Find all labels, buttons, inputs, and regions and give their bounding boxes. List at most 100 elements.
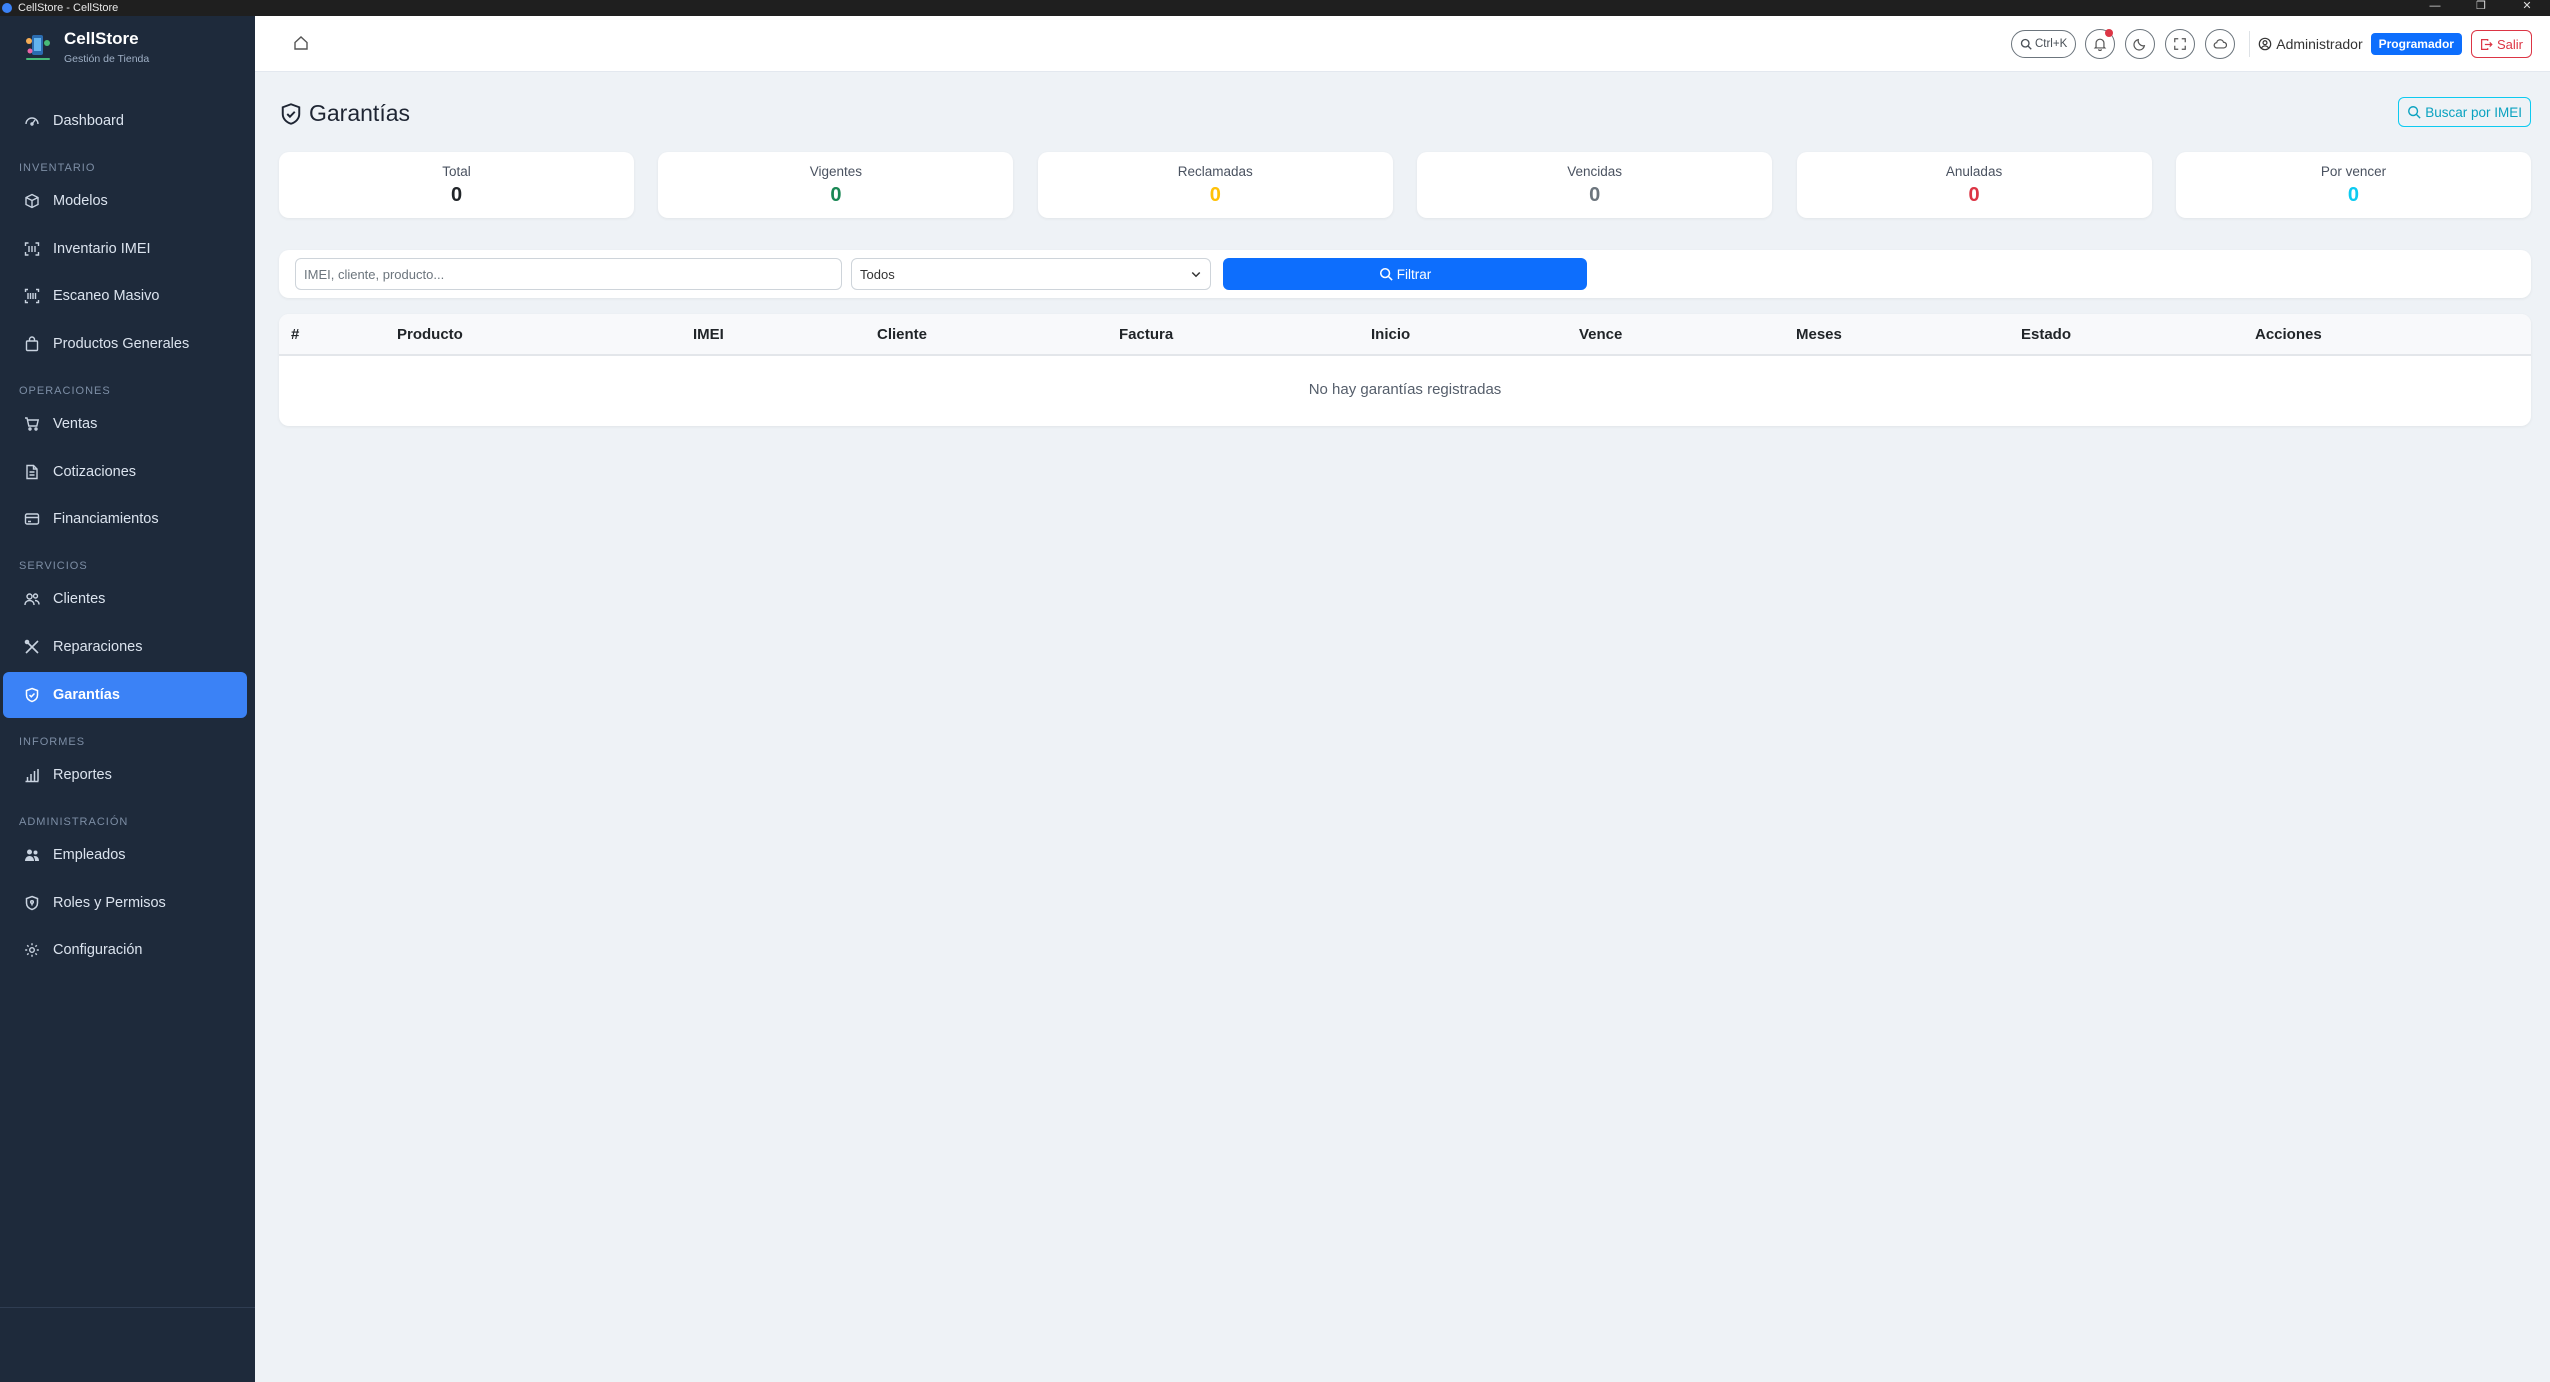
sidebar-item-inventario-imei[interactable]: Inventario IMEI bbox=[3, 226, 247, 272]
bag-icon bbox=[23, 335, 41, 353]
status-select-value: Todos bbox=[860, 266, 895, 282]
search-icon bbox=[2407, 105, 2421, 119]
filter-bar: Todos Filtrar bbox=[279, 250, 2531, 298]
theme-toggle-button[interactable] bbox=[2125, 29, 2156, 59]
sidebar-item-clientes[interactable]: Clientes bbox=[3, 576, 247, 622]
page-title: Garantías bbox=[279, 100, 410, 127]
col-header-vence[interactable]: Vence bbox=[1579, 326, 1622, 343]
sidebar-item-financiamientos[interactable]: Financiamientos bbox=[3, 496, 247, 542]
moon-icon bbox=[2133, 37, 2147, 51]
people-icon bbox=[23, 846, 41, 864]
stat-label: Vencidas bbox=[1567, 164, 1623, 179]
barcode-icon bbox=[23, 287, 41, 305]
scan-icon bbox=[23, 240, 41, 258]
sidebar-item-modelos[interactable]: Modelos bbox=[3, 178, 247, 224]
sidebar: CellStore Gestión de Tienda Dashboard IN… bbox=[0, 16, 255, 1382]
global-search-button[interactable]: Ctrl+K bbox=[2010, 30, 2077, 58]
sidebar-item-label: Roles y Permisos bbox=[53, 894, 166, 911]
col-header-factura[interactable]: Factura bbox=[1119, 326, 1173, 343]
stat-label: Por vencer bbox=[2320, 164, 2387, 179]
shield-check-icon bbox=[23, 686, 41, 704]
section-administracion: ADMINISTRACIÓN bbox=[19, 815, 129, 828]
stat-value: 0 bbox=[450, 184, 463, 206]
notifications-button[interactable] bbox=[2085, 29, 2116, 59]
sidebar-item-productos-generales[interactable]: Productos Generales bbox=[3, 321, 247, 367]
shield-lock-icon bbox=[23, 894, 41, 912]
sidebar-item-label: Clientes bbox=[53, 591, 106, 608]
credit-card-icon bbox=[23, 510, 41, 528]
box-icon bbox=[23, 192, 41, 210]
page-header: Garantías Buscar por IMEI bbox=[279, 72, 2531, 152]
stat-value: 0 bbox=[1589, 184, 1601, 206]
sidebar-item-escaneo-masivo[interactable]: Escaneo Masivo bbox=[3, 273, 247, 319]
window-controls: — ❐ ✕ bbox=[2412, 0, 2550, 16]
cloud-sync-button[interactable] bbox=[2205, 29, 2236, 59]
chevron-down-icon bbox=[1190, 268, 1202, 280]
col-header-producto[interactable]: Producto bbox=[397, 326, 463, 343]
stat-label: Reclamadas bbox=[1177, 164, 1253, 179]
sidebar-item-label: Dashboard bbox=[53, 113, 124, 129]
col-header-imei[interactable]: IMEI bbox=[693, 326, 724, 343]
sidebar-item-configuracion[interactable]: Configuración bbox=[3, 927, 247, 973]
tools-icon bbox=[23, 638, 41, 656]
sidebar-item-label: Reparaciones bbox=[53, 639, 143, 656]
cart-icon bbox=[23, 415, 41, 433]
col-header-number[interactable]: # bbox=[291, 326, 299, 343]
stat-card-total: Total 0 bbox=[279, 152, 634, 218]
sidebar-item-label: Modelos bbox=[53, 193, 108, 209]
main-content: Garantías Buscar por IMEI Total 0 Vigent… bbox=[279, 72, 2531, 426]
stat-value: 0 bbox=[1209, 184, 1221, 206]
stat-label: Anuladas bbox=[1945, 164, 2003, 179]
sidebar-item-label: Escaneo Masivo bbox=[53, 288, 160, 305]
stat-value: 0 bbox=[2347, 184, 2360, 206]
sidebar-item-garantias[interactable]: Garantías bbox=[3, 671, 247, 718]
close-window-button[interactable]: ✕ bbox=[2504, 0, 2550, 16]
search-by-imei-label: Buscar por IMEI bbox=[2425, 104, 2522, 120]
sidebar-item-dashboard[interactable]: Dashboard bbox=[3, 98, 247, 144]
search-by-imei-button[interactable]: Buscar por IMEI bbox=[2398, 97, 2531, 127]
bell-icon bbox=[2093, 37, 2107, 51]
col-header-estado[interactable]: Estado bbox=[2021, 326, 2071, 343]
brand-logo bbox=[20, 29, 56, 65]
sidebar-item-reportes[interactable]: Reportes bbox=[3, 752, 247, 798]
maximize-button[interactable]: ❐ bbox=[2458, 0, 2504, 16]
cloud-icon bbox=[2213, 37, 2228, 51]
status-select[interactable]: Todos bbox=[851, 258, 1211, 290]
sidebar-item-ventas[interactable]: Ventas bbox=[3, 401, 247, 447]
fullscreen-button[interactable] bbox=[2165, 29, 2196, 59]
col-header-meses[interactable]: Meses bbox=[1796, 326, 1842, 343]
filter-button-label: Filtrar bbox=[1396, 266, 1432, 282]
search-input[interactable] bbox=[295, 258, 842, 290]
search-shortcut: Ctrl+K bbox=[2034, 38, 2068, 50]
stat-card-vigentes: Vigentes 0 bbox=[658, 152, 1014, 218]
home-icon[interactable] bbox=[293, 35, 311, 53]
empty-state-row: No hay garantías registradas bbox=[279, 356, 2531, 426]
brand[interactable]: CellStore Gestión de Tienda bbox=[0, 16, 255, 78]
sidebar-item-reparaciones[interactable]: Reparaciones bbox=[3, 624, 247, 670]
user-name: Administrador bbox=[2276, 36, 2363, 52]
stat-value: 0 bbox=[1968, 184, 1980, 206]
stat-label: Total bbox=[442, 164, 471, 179]
sidebar-item-label: Empleados bbox=[53, 846, 126, 863]
filter-button[interactable]: Filtrar bbox=[1223, 258, 1587, 290]
notification-badge bbox=[2105, 29, 2114, 37]
shield-check-icon bbox=[279, 102, 303, 126]
sidebar-item-empleados[interactable]: Empleados bbox=[3, 832, 247, 878]
sidebar-item-label: Garantías bbox=[53, 686, 120, 703]
window-title: CellStore - CellStore bbox=[18, 2, 119, 14]
section-operaciones: OPERACIONES bbox=[19, 385, 111, 398]
user-menu[interactable]: Administrador bbox=[2258, 36, 2363, 52]
section-servicios: SERVICIOS bbox=[19, 560, 88, 573]
sidebar-item-cotizaciones[interactable]: Cotizaciones bbox=[3, 449, 247, 495]
topbar-actions: Ctrl+K Administrador Programador Salir bbox=[2010, 29, 2532, 59]
col-header-acciones: Acciones bbox=[2255, 326, 2322, 343]
users-icon bbox=[23, 590, 41, 608]
sidebar-item-roles[interactable]: Roles y Permisos bbox=[3, 880, 247, 926]
col-header-inicio[interactable]: Inicio bbox=[1371, 326, 1410, 343]
brand-subtitle: Gestión de Tienda bbox=[64, 53, 150, 65]
sidebar-divider bbox=[0, 1307, 255, 1308]
minimize-button[interactable]: — bbox=[2412, 0, 2458, 16]
col-header-cliente[interactable]: Cliente bbox=[877, 326, 927, 343]
logout-button[interactable]: Salir bbox=[2470, 30, 2532, 58]
gauge-icon bbox=[23, 112, 41, 130]
